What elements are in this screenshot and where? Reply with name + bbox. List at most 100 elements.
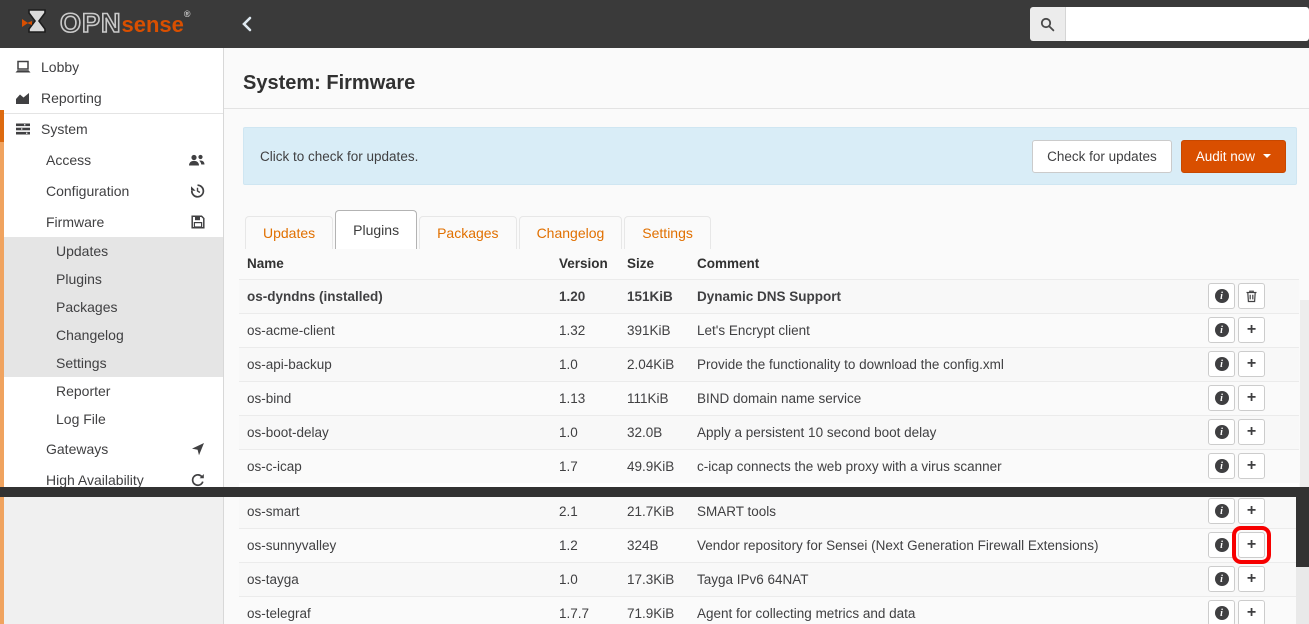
sidebar-item-settings[interactable]: Settings (0, 349, 223, 377)
screenshot-splice-right-black (1296, 487, 1309, 567)
laptop-icon (14, 60, 32, 74)
info-icon: i (1215, 357, 1229, 371)
table-row: os-tayga1.017.3KiBTayga IPv6 64NATi+ (239, 562, 1299, 596)
info-icon: i (1215, 459, 1229, 473)
screenshot-splice-right-gray (1296, 567, 1309, 624)
row-plus-button[interactable]: + (1238, 351, 1265, 377)
row-plus-button[interactable]: + (1238, 600, 1265, 624)
sidebar-item-label: Reporting (41, 90, 102, 106)
sidebar-item-updates[interactable]: Updates (0, 237, 223, 265)
row-plus-button[interactable]: + (1238, 453, 1265, 479)
info-icon: i (1215, 606, 1229, 620)
plugin-actions: i+ (1173, 449, 1299, 483)
plugin-actions: i (1173, 279, 1299, 313)
sidebar-item-system[interactable]: System (0, 113, 223, 144)
plugin-version: 1.7 (551, 449, 619, 483)
plus-icon: + (1247, 357, 1256, 371)
plugin-comment: Vendor repository for Sensei (Next Gener… (689, 528, 1173, 562)
plugin-size: 111KiB (619, 381, 689, 415)
row-info-button[interactable]: i (1208, 566, 1235, 592)
opnsense-firmware-page: OPNsense® (0, 0, 1309, 624)
plus-icon: + (1247, 425, 1256, 439)
plugin-version: 1.7.7 (551, 596, 619, 624)
row-plus-button[interactable]: + (1238, 419, 1265, 445)
row-plus-button[interactable]: + (1238, 385, 1265, 411)
row-plus-button[interactable]: + (1238, 498, 1265, 524)
sidebar-item-label: Log File (56, 411, 106, 427)
search-addon[interactable] (1030, 7, 1066, 41)
row-info-button[interactable]: i (1208, 283, 1235, 309)
row-info-button[interactable]: i (1208, 385, 1235, 411)
update-alert: Click to check for updates. Check for up… (243, 127, 1297, 185)
row-plus-button[interactable]: + (1238, 566, 1265, 592)
plugin-size: 21.7KiB (619, 494, 689, 528)
plugin-actions: i+ (1173, 562, 1299, 596)
table-row: os-sunnyvalley1.2324BVendor repository f… (239, 528, 1299, 562)
row-plus-button[interactable]: + (1238, 532, 1265, 558)
plugin-comment: Provide the functionality to download th… (689, 347, 1173, 381)
row-info-button[interactable]: i (1208, 600, 1235, 624)
plus-icon: + (1247, 323, 1256, 337)
search-input[interactable] (1066, 7, 1309, 41)
plugin-size: 2.04KiB (619, 347, 689, 381)
sidebar-item-plugins[interactable]: Plugins (0, 265, 223, 293)
column-header-version: Version (551, 249, 619, 279)
plugin-actions: i+ (1173, 381, 1299, 415)
table-row: os-dyndns (installed)1.20151KiBDynamic D… (239, 279, 1299, 313)
sidebar-item-gateways[interactable]: Gateways (0, 433, 223, 464)
sidebar-collapse-button[interactable] (240, 16, 254, 32)
plugin-name: os-bind (239, 381, 551, 415)
page-header: System: Firmware (224, 48, 1309, 109)
audit-now-label: Audit now (1196, 149, 1255, 164)
sidebar-item-access[interactable]: Access (0, 144, 223, 175)
opnsense-logo[interactable]: OPNsense® (20, 0, 192, 49)
table-row: os-bind1.13111KiBBIND domain name servic… (239, 381, 1299, 415)
tab-updates[interactable]: Updates (245, 216, 333, 249)
sidebar-item-log-file[interactable]: Log File (0, 405, 223, 433)
info-icon: i (1215, 572, 1229, 586)
chevron-left-icon (240, 16, 254, 32)
tasks-icon (14, 122, 32, 136)
table-row: os-boot-delay1.032.0BApply a persistent … (239, 415, 1299, 449)
sidebar-nav: Lobby Reporting System Access (0, 48, 224, 624)
plugin-actions: i+ (1173, 528, 1299, 562)
plugin-comment: c-icap connects the web proxy with a vir… (689, 449, 1173, 483)
tab-changelog[interactable]: Changelog (519, 216, 623, 249)
row-info-button[interactable]: i (1208, 453, 1235, 479)
plugin-name: os-boot-delay (239, 415, 551, 449)
sidebar-item-configuration[interactable]: Configuration (0, 175, 223, 206)
top-navbar: OPNsense® (0, 0, 1309, 48)
row-plus-button[interactable]: + (1238, 317, 1265, 343)
sidebar-item-label: System (41, 121, 88, 137)
info-icon: i (1215, 425, 1229, 439)
tab-settings[interactable]: Settings (624, 216, 711, 249)
plugin-name: os-c-icap (239, 449, 551, 483)
sidebar-item-firmware[interactable]: Firmware (0, 206, 223, 237)
row-info-button[interactable]: i (1208, 419, 1235, 445)
row-info-button[interactable]: i (1208, 317, 1235, 343)
sidebar-item-lobby[interactable]: Lobby (0, 51, 223, 82)
plugin-actions: i+ (1173, 596, 1299, 624)
row-trash-button[interactable] (1238, 283, 1265, 309)
plugins-table-wrap: Name Version Size Comment os-dyndns (ins… (239, 249, 1299, 624)
tab-plugins[interactable]: Plugins (335, 210, 417, 249)
sidebar-item-packages[interactable]: Packages (0, 293, 223, 321)
sidebar-item-reporter[interactable]: Reporter (0, 377, 223, 405)
sidebar-item-changelog[interactable]: Changelog (0, 321, 223, 349)
plugin-name: os-api-backup (239, 347, 551, 381)
plugin-comment: BIND domain name service (689, 381, 1173, 415)
row-info-button[interactable]: i (1208, 532, 1235, 558)
plugin-comment: Dynamic DNS Support (689, 279, 1173, 313)
plugin-size: 324B (619, 528, 689, 562)
tab-packages[interactable]: Packages (419, 216, 516, 249)
sidebar-item-label: Packages (56, 299, 117, 315)
check-for-updates-button[interactable]: Check for updates (1032, 140, 1172, 173)
plugin-comment: SMART tools (689, 494, 1173, 528)
sidebar-item-label: Settings (56, 355, 107, 371)
audit-now-button[interactable]: Audit now (1181, 140, 1286, 173)
row-info-button[interactable]: i (1208, 498, 1235, 524)
sidebar-active-indicator-extension (0, 142, 4, 624)
sidebar-item-reporting[interactable]: Reporting (0, 82, 223, 113)
plugin-name: os-telegraf (239, 596, 551, 624)
row-info-button[interactable]: i (1208, 351, 1235, 377)
